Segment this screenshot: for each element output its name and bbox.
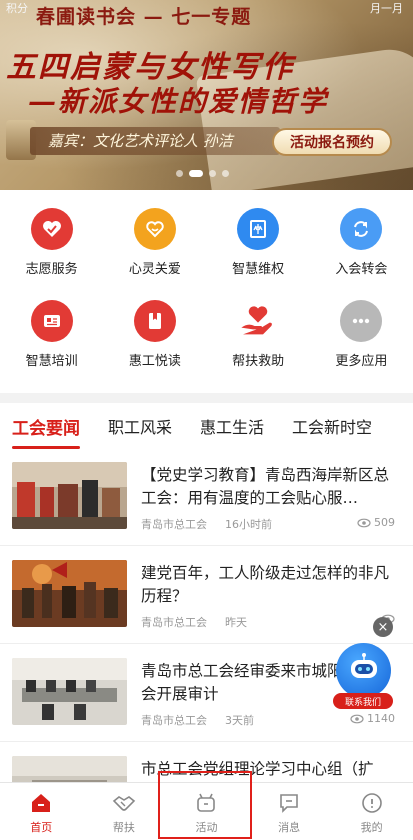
app-page: 积分 月一月 春圃读书会 — 七一专题 五四启蒙与女性写作 —新派女性的爱情哲学… xyxy=(0,0,413,840)
banner-subheadline: —新派女性的爱情哲学 xyxy=(28,85,329,118)
training-icon xyxy=(30,300,73,342)
news-time: 3天前 xyxy=(225,714,254,727)
heart-love-icon xyxy=(133,208,176,250)
view-count: 509 xyxy=(357,516,395,529)
service-label: 心灵关爱 xyxy=(128,262,181,277)
bottom-nav: 首页 帮扶 活动 消息 我的 xyxy=(0,782,413,840)
service-assistance[interactable]: 帮扶救助 xyxy=(207,292,310,384)
service-label: 入会转会 xyxy=(335,262,388,277)
list-item[interactable]: 建党百年，工人阶级走过怎样的非凡历程？ 青岛市总工会 昨天 xyxy=(0,548,413,644)
news-thumbnail xyxy=(12,658,127,725)
service-label: 惠工悦读 xyxy=(128,354,181,369)
news-meta: 青岛市总工会 昨天 xyxy=(141,614,247,630)
book-icon xyxy=(133,300,176,342)
news-thumbnail xyxy=(12,462,127,529)
service-care[interactable]: 心灵关爱 xyxy=(103,200,206,292)
tab-new-era[interactable]: 工会新时空 xyxy=(278,414,386,438)
news-source: 青岛市总工会 xyxy=(141,616,207,629)
news-source: 青岛市总工会 xyxy=(141,714,207,727)
nav-help[interactable]: 帮扶 xyxy=(83,783,166,840)
news-time: 昨天 xyxy=(225,616,247,629)
activity-icon xyxy=(197,793,216,812)
profile-icon xyxy=(361,793,382,813)
law-book-icon xyxy=(237,208,280,250)
news-meta: 青岛市总工会 3天前 xyxy=(141,712,254,728)
nav-profile[interactable]: 我的 xyxy=(330,783,413,840)
home-icon xyxy=(32,794,51,812)
service-training[interactable]: 智慧培训 xyxy=(0,292,103,384)
nav-activity[interactable]: 活动 xyxy=(165,783,248,840)
news-source: 青岛市总工会 xyxy=(141,518,207,531)
news-thumbnail xyxy=(12,560,127,627)
carousel-dot[interactable] xyxy=(176,170,183,177)
handshake-icon xyxy=(112,796,136,811)
message-icon xyxy=(280,794,298,813)
view-count-value: 1140 xyxy=(367,712,395,725)
carousel-dot[interactable] xyxy=(222,170,229,177)
service-membership[interactable]: 入会转会 xyxy=(310,200,413,292)
register-button[interactable]: 活动报名预约 xyxy=(272,128,392,156)
nav-label: 首页 xyxy=(30,821,53,834)
service-label: 智慧维权 xyxy=(232,262,285,277)
eye-icon xyxy=(350,714,364,723)
view-count: 1140 xyxy=(350,712,395,725)
nav-label: 消息 xyxy=(278,821,301,834)
robot-icon xyxy=(351,653,377,678)
service-label: 帮扶救助 xyxy=(232,354,285,369)
service-label: 智慧培训 xyxy=(25,354,78,369)
service-label: 志愿服务 xyxy=(25,262,78,277)
nav-home[interactable]: 首页 xyxy=(0,783,83,840)
contact-us-label: 联系我们 xyxy=(333,693,393,709)
service-more[interactable]: 更多应用 xyxy=(310,292,413,384)
banner-guest-text: 嘉宾：文化艺术评论人 孙洁 xyxy=(48,132,233,150)
news-title: 【党史学习教育】青岛西海岸新区总工会：用有温度的工会贴心服… xyxy=(141,466,390,507)
view-count-value: 509 xyxy=(374,516,395,529)
service-grid: 志愿服务 心灵关爱 智慧维权 入会转会 智慧培训 惠工悦读 帮扶救助 更多应用 xyxy=(0,200,413,390)
helping-hand-icon xyxy=(237,300,279,342)
news-time: 16小时前 xyxy=(225,518,272,531)
service-volunteer[interactable]: 志愿服务 xyxy=(0,200,103,292)
heart-hands-icon xyxy=(30,208,73,250)
carousel-indicator[interactable] xyxy=(176,170,229,177)
news-meta: 青岛市总工会 16小时前 xyxy=(141,516,272,532)
close-assistant-button[interactable]: × xyxy=(373,617,393,637)
tab-union-news[interactable]: 工会要闻 xyxy=(0,414,94,449)
nav-label: 帮扶 xyxy=(112,821,135,834)
service-rights[interactable]: 智慧维权 xyxy=(207,200,310,292)
more-icon xyxy=(340,300,383,342)
score-label: 积分 xyxy=(6,2,28,15)
nav-messages[interactable]: 消息 xyxy=(248,783,331,840)
event-banner[interactable]: 积分 月一月 春圃读书会 — 七一专题 五四启蒙与女性写作 —新派女性的爱情哲学… xyxy=(0,0,413,190)
contact-assistant[interactable]: 联系我们 xyxy=(333,643,393,709)
news-title: 建党百年，工人阶级走过怎样的非凡历程？ xyxy=(141,564,390,605)
carousel-dot[interactable] xyxy=(209,170,216,177)
news-title: 市总工会党组理论学习中心组（扩 xyxy=(141,760,374,778)
nav-label: 我的 xyxy=(360,821,383,834)
nav-label: 活动 xyxy=(195,821,218,834)
tab-worker-style[interactable]: 职工风采 xyxy=(94,414,186,438)
eye-icon xyxy=(357,518,371,527)
banner-series-title: 春圃读书会 — 七一专题 xyxy=(36,6,252,28)
carousel-dot-active[interactable] xyxy=(189,170,203,177)
service-reading[interactable]: 惠工悦读 xyxy=(103,292,206,384)
tab-welfare-life[interactable]: 惠工生活 xyxy=(186,414,278,438)
section-divider xyxy=(0,393,413,403)
transfer-icon xyxy=(340,208,383,250)
news-tabs: 工会要闻 职工风采 惠工生活 工会新时空 xyxy=(0,405,413,449)
service-label: 更多应用 xyxy=(335,354,388,369)
list-item[interactable]: 【党史学习教育】青岛西海岸新区总工会：用有温度的工会贴心服… 青岛市总工会 16小… xyxy=(0,450,413,546)
month-label: 月一月 xyxy=(370,2,403,15)
